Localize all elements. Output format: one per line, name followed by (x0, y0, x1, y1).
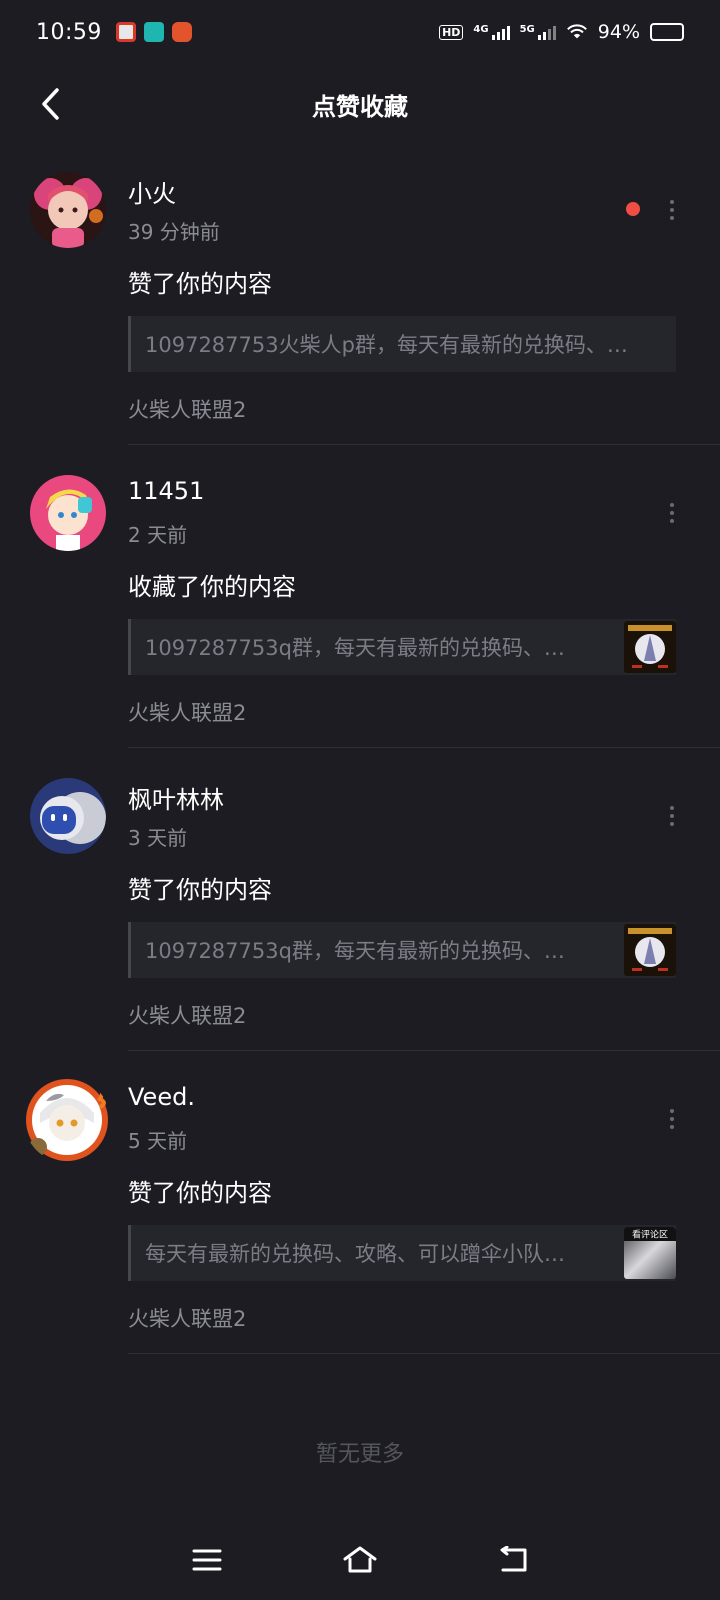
timestamp: 2 天前 (128, 523, 188, 547)
page-title: 点赞收藏 (312, 92, 408, 121)
avatar[interactable] (24, 1077, 110, 1163)
timestamp: 5 天前 (128, 1129, 188, 1153)
hd-voice-icon: HD (439, 24, 464, 40)
content-thumbnail[interactable] (624, 621, 676, 673)
timestamp: 39 分钟前 (128, 220, 220, 244)
action-text: 赞了你的内容 (128, 270, 272, 298)
timestamp: 3 天前 (128, 826, 188, 850)
menu-icon (192, 1549, 222, 1571)
quoted-content-text: 1097287753q群，每天有最新的兑换码、… (145, 939, 565, 963)
quoted-content-text: 1097287753火柴人p群，每天有最新的兑换码、… (145, 333, 628, 357)
more-options-button[interactable] (660, 1105, 684, 1133)
divider (128, 1050, 720, 1051)
unread-dot (626, 202, 640, 216)
content-thumbnail[interactable] (624, 924, 676, 976)
back-button[interactable] (32, 84, 68, 124)
end-of-list-text: 暂无更多 (315, 1442, 404, 1467)
quoted-content[interactable]: 1097287753q群，每天有最新的兑换码、… (128, 922, 676, 978)
status-time: 10:59 (36, 19, 102, 45)
action-text: 收藏了你的内容 (128, 573, 296, 601)
battery-icon (650, 23, 684, 41)
chevron-left-icon (42, 88, 59, 120)
back-nav-button[interactable] (489, 1536, 537, 1584)
status-app-icons (115, 22, 192, 42)
page-header: 点赞收藏 (0, 76, 720, 132)
app-notification-icon (115, 22, 136, 42)
notification-list: 小火 39 分钟前 赞了你的内容 1097287753火柴人p群，每天有最新的兑… (0, 160, 720, 1372)
quoted-content-text: 1097287753q群，每天有最新的兑换码、… (145, 636, 565, 660)
user-name[interactable]: Veed. (128, 1083, 195, 1111)
action-text: 赞了你的内容 (128, 876, 272, 904)
thumbnail-label: 看评论区 (632, 1229, 668, 1241)
status-indicators: HD 4G 5G 94% (439, 21, 684, 43)
action-text: 赞了你的内容 (128, 1179, 272, 1207)
content-thumbnail[interactable]: 看评论区 (624, 1227, 676, 1279)
more-options-button[interactable] (660, 499, 684, 527)
more-options-button[interactable] (660, 196, 684, 224)
home-icon (343, 1546, 377, 1573)
list-item[interactable]: 11451 2 天前 收藏了你的内容 1097287753q群，每天有最新的兑换… (0, 463, 720, 766)
wifi-icon (566, 24, 587, 39)
menu-button[interactable] (183, 1536, 231, 1584)
status-bar: 10:59 HD 4G 5G 94% (0, 0, 720, 64)
system-nav-bar (0, 1520, 720, 1600)
divider (128, 1353, 720, 1354)
return-icon (500, 1546, 527, 1572)
taptap-icon (143, 22, 164, 42)
list-item[interactable]: 小火 39 分钟前 赞了你的内容 1097287753火柴人p群，每天有最新的兑… (0, 160, 720, 463)
source-label[interactable]: 火柴人联盟2 (128, 394, 246, 424)
user-name[interactable]: 11451 (128, 477, 204, 505)
avatar[interactable] (30, 475, 106, 551)
quoted-content[interactable]: 1097287753火柴人p群，每天有最新的兑换码、… (128, 316, 676, 372)
source-label[interactable]: 火柴人联盟2 (128, 697, 246, 727)
source-label[interactable]: 火柴人联盟2 (128, 1303, 246, 1333)
avatar[interactable] (30, 172, 106, 248)
user-name[interactable]: 小火 (128, 174, 176, 209)
avatar[interactable] (30, 778, 106, 854)
source-label[interactable]: 火柴人联盟2 (128, 1000, 246, 1030)
home-button[interactable] (336, 1536, 384, 1584)
game-app-icon (171, 22, 192, 42)
signal-4g-icon: 4G (473, 24, 510, 40)
signal-5g-icon: 5G (520, 24, 556, 40)
quoted-content-text: 每天有最新的兑换码、攻略、可以蹭伞小队… (145, 1242, 565, 1266)
divider (128, 444, 720, 445)
user-name[interactable]: 枫叶林林 (128, 780, 224, 815)
quoted-content[interactable]: 1097287753q群，每天有最新的兑换码、… (128, 619, 676, 675)
list-item[interactable]: 枫叶林林 3 天前 赞了你的内容 1097287753q群，每天有最新的兑换码、… (0, 766, 720, 1069)
quoted-content[interactable]: 每天有最新的兑换码、攻略、可以蹭伞小队… 看评论区 (128, 1225, 676, 1281)
battery-percent: 94% (597, 21, 640, 43)
list-item[interactable]: Veed. 5 天前 赞了你的内容 每天有最新的兑换码、攻略、可以蹭伞小队… 看… (0, 1069, 720, 1372)
more-options-button[interactable] (660, 802, 684, 830)
divider (128, 747, 720, 748)
